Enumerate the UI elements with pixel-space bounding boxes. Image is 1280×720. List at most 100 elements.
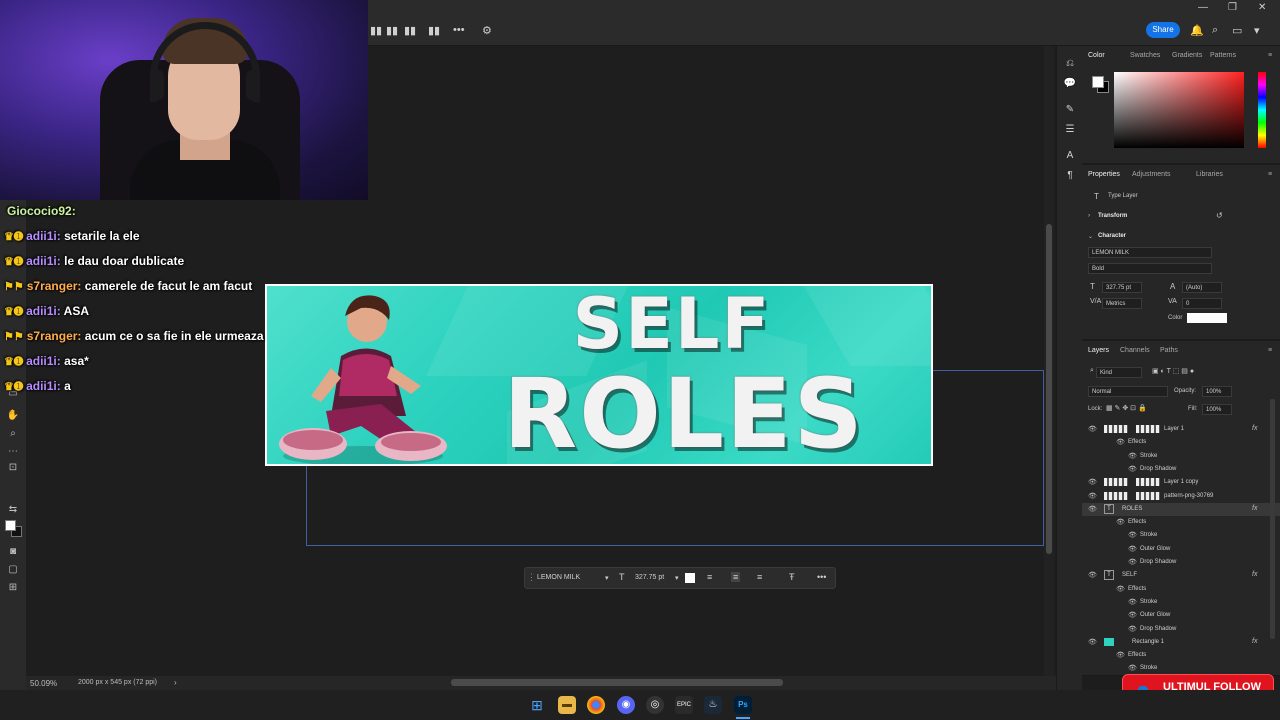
filter-icons[interactable]: ▣ ◐ T ⬚ ▤ ● (1152, 367, 1194, 375)
layer-effects-icon[interactable]: fx (1252, 505, 1257, 512)
layers-scrollbar[interactable] (1270, 399, 1275, 639)
panel-menu-icon[interactable]: ≡ (1268, 52, 1272, 59)
color-picker-field[interactable] (1114, 72, 1244, 148)
search-icon[interactable]: ⌕ (1212, 24, 1218, 37)
text-color-swatch[interactable] (685, 573, 695, 583)
more-options-icon[interactable]: ••• (817, 572, 826, 582)
workspace-menu-icon[interactable]: ▾ (1254, 24, 1260, 37)
layer-effects-icon[interactable]: fx (1252, 571, 1257, 578)
visibility-eye-icon[interactable]: 👁 (1128, 531, 1137, 539)
layer-filter-kind[interactable]: Kind (1096, 367, 1142, 378)
layer-row[interactable]: 👁 pattern-png-30769 (1082, 490, 1280, 503)
close-icon[interactable]: ✕ (1258, 2, 1266, 13)
character-section[interactable]: Character (1098, 233, 1126, 239)
layer-row[interactable]: 👁 T ROLES fx (1082, 502, 1280, 516)
layer-effects-icon[interactable]: fx (1252, 425, 1257, 432)
vertical-scrollbar[interactable] (1044, 46, 1054, 676)
layer-row[interactable]: 👁 Effects (1082, 583, 1280, 596)
layer-effects-icon[interactable]: fx (1252, 638, 1257, 645)
layer-row[interactable]: 👁 Stroke (1082, 450, 1280, 463)
layer-row[interactable]: 👁 Effects (1082, 649, 1280, 662)
visibility-eye-icon[interactable]: 👁 (1116, 651, 1125, 659)
leading-field[interactable]: (Auto) (1182, 282, 1222, 293)
lock-icons[interactable]: ▦ ✎ ✥ ⊡ 🔒 (1106, 404, 1147, 412)
context-font-family[interactable]: LEMON MILK (537, 574, 580, 581)
layer-row[interactable]: 👁 Outer Glow (1082, 543, 1280, 556)
tab-swatches[interactable]: Swatches (1130, 52, 1160, 59)
epic-games-icon[interactable]: EPIC (675, 696, 693, 714)
align-center-icon[interactable]: ▮▮ (386, 24, 398, 37)
layer-row[interactable]: 👁 Drop Shadow (1082, 623, 1280, 636)
font-family-select[interactable]: LEMON MILK (1088, 247, 1212, 258)
visibility-eye-icon[interactable]: 👁 (1128, 452, 1137, 460)
quick-mask-icon[interactable]: ◙ (6, 546, 20, 558)
layer-row[interactable]: 👁 Stroke (1082, 596, 1280, 609)
kerning-field[interactable]: Metrics (1102, 298, 1142, 309)
adjustments-icon[interactable]: ☰ (1063, 124, 1077, 138)
visibility-eye-icon[interactable]: 👁 (1128, 545, 1137, 553)
tab-paths[interactable]: Paths (1160, 347, 1178, 354)
visibility-eye-icon[interactable]: 👁 (1088, 478, 1097, 486)
visibility-eye-icon[interactable]: 👁 (1088, 425, 1097, 433)
opacity-field[interactable]: 100% (1202, 386, 1232, 397)
drag-handle-icon[interactable]: ⋮ (527, 572, 536, 583)
settings-gear-icon[interactable]: ⚙ (482, 24, 492, 37)
history-icon[interactable]: ⎌ (1063, 58, 1077, 72)
more-options-icon[interactable]: ••• (453, 24, 465, 36)
fill-field[interactable]: 100% (1202, 404, 1232, 415)
tab-properties[interactable]: Properties (1088, 171, 1120, 178)
text-color-chip[interactable] (1187, 313, 1227, 323)
panel-menu-icon[interactable]: ≡ (1268, 347, 1272, 354)
app-icon[interactable]: ◎ (646, 696, 664, 714)
tab-color[interactable]: Color (1088, 52, 1105, 59)
tab-libraries[interactable]: Libraries (1196, 171, 1223, 178)
panel-menu-icon[interactable]: ≡ (1268, 171, 1272, 178)
layer-row[interactable]: 👁 Outer Glow (1082, 609, 1280, 622)
align-left-icon[interactable]: ▮▮ (370, 24, 382, 37)
visibility-eye-icon[interactable]: 👁 (1088, 492, 1097, 500)
frame-icon[interactable]: ⊞ (6, 582, 20, 594)
visibility-eye-icon[interactable]: 👁 (1088, 571, 1097, 579)
minimize-icon[interactable]: — (1198, 2, 1208, 13)
tab-patterns[interactable]: Patterns (1210, 52, 1236, 59)
file-explorer-icon[interactable]: ▬ (558, 696, 576, 714)
character-icon[interactable]: A (1063, 150, 1077, 164)
share-button[interactable]: Share (1146, 22, 1180, 38)
context-font-size[interactable]: 327.75 pt (635, 574, 664, 581)
align-center-text-icon[interactable]: ≡ (731, 572, 741, 582)
visibility-eye-icon[interactable]: 👁 (1116, 518, 1125, 526)
foreground-color-swatch[interactable] (1092, 76, 1104, 88)
tracking-field[interactable]: 0 (1182, 298, 1222, 309)
chevron-down-icon[interactable]: ⌄ (1088, 233, 1093, 240)
layer-row[interactable]: 👁 Stroke (1082, 529, 1280, 542)
document-info[interactable]: 2000 px x 545 px (72 ppi) (78, 679, 157, 686)
transform-section[interactable]: Transform (1098, 213, 1127, 219)
chevron-right-icon[interactable]: › (1088, 213, 1090, 219)
tab-gradients[interactable]: Gradients (1172, 52, 1202, 59)
banner-title-roles[interactable]: ROLES (489, 360, 879, 464)
more-tools-icon[interactable]: ⋯ (6, 446, 20, 458)
blend-mode-select[interactable]: Normal (1088, 386, 1168, 397)
swap-colors-icon[interactable]: ⇆ (6, 504, 20, 516)
visibility-eye-icon[interactable]: 👁 (1116, 585, 1125, 593)
chevron-right-icon[interactable]: › (174, 678, 177, 687)
layer-row[interactable]: 👁 Effects (1082, 516, 1280, 529)
visibility-eye-icon[interactable]: 👁 (1128, 664, 1137, 672)
align-right-icon[interactable]: ▮▮ (404, 24, 416, 37)
discord-icon[interactable]: ◉ (617, 696, 635, 714)
notifications-bell-icon[interactable]: 🔔 (1190, 24, 1204, 37)
visibility-eye-icon[interactable]: 👁 (1128, 598, 1137, 606)
visibility-eye-icon[interactable]: 👁 (1116, 438, 1125, 446)
brush-icon[interactable]: ✎ (1063, 104, 1077, 118)
paragraph-icon[interactable]: ¶ (1063, 170, 1077, 184)
align-left-text-icon[interactable]: ≡ (707, 572, 712, 582)
layer-row[interactable]: 👁 Layer 1 copy (1082, 476, 1280, 489)
text-options-icon[interactable]: Ŧ (789, 572, 795, 582)
photoshop-icon[interactable]: Ps (734, 696, 752, 714)
visibility-eye-icon[interactable]: 👁 (1128, 611, 1137, 619)
tab-adjustments[interactable]: Adjustments (1132, 171, 1171, 178)
horizontal-scrollbar[interactable] (451, 679, 783, 686)
layer-row[interactable]: 👁 Drop Shadow (1082, 556, 1280, 569)
align-right-text-icon[interactable]: ≡ (757, 572, 762, 582)
workspace-icon[interactable]: ▭ (1232, 24, 1242, 37)
